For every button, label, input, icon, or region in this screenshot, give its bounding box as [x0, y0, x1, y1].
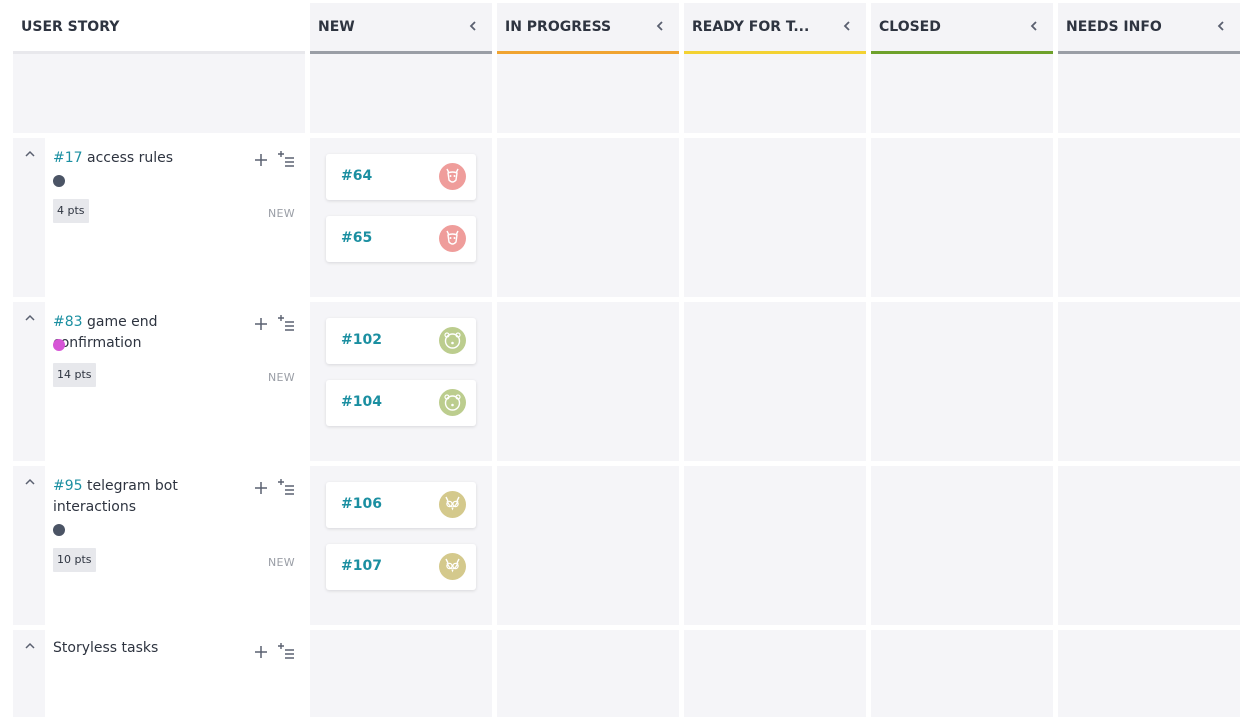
fold-column-chevron-left-icon[interactable] — [466, 18, 480, 34]
story-points-badge: 10 pts — [53, 548, 96, 572]
task-card[interactable]: #107 — [326, 544, 476, 590]
tag-color-dot — [53, 339, 65, 351]
storyless-tasks-label: Storyless tasks — [53, 640, 159, 656]
task-ref[interactable]: #65 — [341, 230, 372, 246]
bulk-add-tasks-icon[interactable] — [277, 642, 295, 660]
column-title: NEEDS INFO — [1066, 19, 1162, 35]
tag-color-dot — [53, 524, 65, 536]
task-cell-in-progress — [497, 302, 679, 461]
fold-column-chevron-left-icon[interactable] — [653, 18, 667, 34]
collapse-row-chevron-up-icon[interactable] — [23, 310, 37, 324]
story-status-label[interactable]: NEW — [268, 556, 295, 569]
task-card[interactable]: #106 — [326, 482, 476, 528]
user-story-ref-link[interactable]: #17 — [53, 150, 83, 166]
add-task-plus-icon[interactable] — [253, 316, 269, 332]
user-story-title: #95 telegram bot interactions — [53, 476, 233, 518]
story-points-badge: 4 pts — [53, 199, 89, 223]
task-ref[interactable]: #64 — [341, 168, 372, 184]
status-column-header-closed: CLOSED — [871, 3, 1053, 54]
story-points-badge: 14 pts — [53, 363, 96, 387]
add-task-plus-icon[interactable] — [253, 644, 269, 660]
column-title: NEW — [318, 19, 355, 35]
user-story-row: #17 access rules 4 pts NEW — [13, 138, 305, 297]
task-ref[interactable]: #107 — [341, 558, 382, 574]
task-cell-in-progress — [497, 466, 679, 625]
task-cell-needs-info — [1058, 138, 1240, 297]
status-column-header-in-progress: IN PROGRESS — [497, 3, 679, 54]
task-ref[interactable]: #106 — [341, 496, 382, 512]
bulk-add-tasks-icon[interactable] — [277, 478, 295, 496]
story-status-label[interactable]: NEW — [268, 371, 295, 384]
status-column-header-needs-info: NEEDS INFO — [1058, 3, 1240, 54]
bear-avatar-icon — [439, 327, 466, 354]
user-story-ref-link[interactable]: #83 — [53, 314, 83, 330]
user-story-row: #95 telegram bot interactions 10 pts NEW — [13, 466, 305, 625]
user-story-ref-link[interactable]: #95 — [53, 478, 83, 494]
user-story-column-header: USER STORY — [13, 3, 305, 54]
task-card[interactable]: #104 — [326, 380, 476, 426]
column-title: CLOSED — [879, 19, 941, 35]
collapse-row-chevron-up-icon[interactable] — [23, 474, 37, 488]
storyless-tasks-row: Storyless tasks — [13, 630, 305, 717]
task-cell-new: #102 #104 — [310, 302, 492, 461]
fold-column-chevron-left-icon[interactable] — [1214, 18, 1228, 34]
task-cell-closed — [871, 466, 1053, 625]
row-gutter — [13, 138, 45, 297]
story-status-label[interactable]: NEW — [268, 207, 295, 220]
task-card[interactable]: #64 — [326, 154, 476, 200]
task-cell-needs-info — [1058, 630, 1240, 717]
task-cell-closed — [871, 630, 1053, 717]
bulk-add-tasks-icon[interactable] — [277, 150, 295, 168]
owl-avatar-icon — [439, 491, 466, 518]
tag-color-dot — [53, 175, 65, 187]
task-card[interactable]: #65 — [326, 216, 476, 262]
task-cell-ready-for-test — [684, 466, 866, 625]
task-cell-needs-info — [1058, 466, 1240, 625]
task-cell-in-progress — [497, 630, 679, 717]
task-cell-new — [310, 630, 492, 717]
user-story-title: #17 access rules — [53, 148, 243, 169]
empty-swimlane-cell — [497, 54, 679, 133]
fold-column-chevron-left-icon[interactable] — [840, 18, 854, 34]
bear-avatar-icon — [439, 389, 466, 416]
task-cell-new: #64 #65 — [310, 138, 492, 297]
status-column-header-ready-for-test: READY FOR T... — [684, 3, 866, 54]
collapse-row-chevron-up-icon[interactable] — [23, 146, 37, 160]
deer-avatar-icon — [439, 163, 466, 190]
column-title: READY FOR T... — [692, 19, 810, 35]
empty-swimlane-cell — [310, 54, 492, 133]
empty-swimlane-user-story-cell — [13, 54, 305, 133]
empty-swimlane-cell — [871, 54, 1053, 133]
status-column-header-new: NEW — [310, 3, 492, 54]
task-cell-closed — [871, 302, 1053, 461]
task-cell-closed — [871, 138, 1053, 297]
add-task-plus-icon[interactable] — [253, 152, 269, 168]
empty-swimlane-cell — [684, 54, 866, 133]
task-cell-new: #106 #107 — [310, 466, 492, 625]
user-story-row: #83 game end confirmation 14 pts NEW — [13, 302, 305, 461]
fold-column-chevron-left-icon[interactable] — [1027, 18, 1041, 34]
task-card[interactable]: #102 — [326, 318, 476, 364]
collapse-row-chevron-up-icon[interactable] — [23, 638, 37, 652]
bulk-add-tasks-icon[interactable] — [277, 314, 295, 332]
add-task-plus-icon[interactable] — [253, 480, 269, 496]
empty-swimlane-cell — [1058, 54, 1240, 133]
task-cell-needs-info — [1058, 302, 1240, 461]
user-story-name-link[interactable]: access rules — [87, 150, 173, 166]
user-story-column-title: USER STORY — [21, 19, 120, 35]
task-ref[interactable]: #102 — [341, 332, 382, 348]
owl-avatar-icon — [439, 553, 466, 580]
task-cell-ready-for-test — [684, 630, 866, 717]
task-cell-ready-for-test — [684, 302, 866, 461]
task-ref[interactable]: #104 — [341, 394, 382, 410]
task-cell-ready-for-test — [684, 138, 866, 297]
task-cell-in-progress — [497, 138, 679, 297]
row-gutter — [13, 302, 45, 461]
row-gutter — [13, 466, 45, 625]
column-title: IN PROGRESS — [505, 19, 612, 35]
deer-avatar-icon — [439, 225, 466, 252]
user-story-title: #83 game end confirmation — [53, 312, 243, 354]
